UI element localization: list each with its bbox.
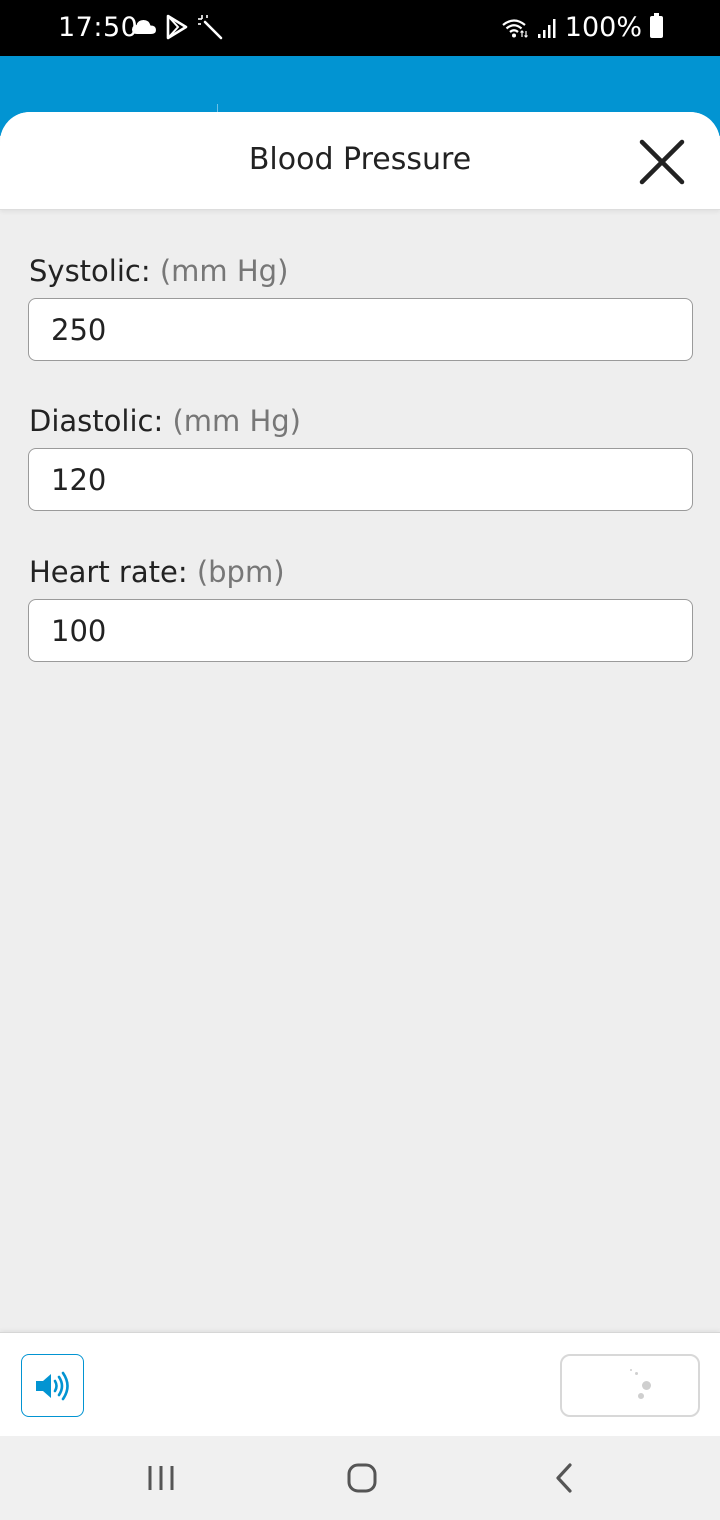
diastolic-input[interactable] bbox=[28, 448, 693, 511]
back-icon bbox=[556, 1463, 572, 1493]
signal-icon bbox=[537, 18, 556, 38]
system-nav-bar bbox=[0, 1436, 720, 1520]
sheet-header: Blood Pressure bbox=[0, 112, 720, 210]
submit-button[interactable] bbox=[560, 1354, 700, 1417]
notification-icons bbox=[131, 14, 223, 40]
systolic-input[interactable] bbox=[28, 298, 693, 361]
recents-icon bbox=[148, 1466, 174, 1490]
home-icon bbox=[347, 1463, 377, 1493]
battery-icon bbox=[650, 13, 663, 38]
systolic-label-text: Systolic: bbox=[29, 254, 151, 288]
cloud-icon bbox=[132, 20, 156, 34]
magic-wand-icon bbox=[198, 15, 223, 40]
speaker-icon bbox=[35, 1371, 69, 1400]
bottom-toolbar bbox=[0, 1332, 720, 1436]
diastolic-label-text: Diastolic: bbox=[29, 404, 164, 438]
status-bar: 17:50 100% bbox=[0, 0, 720, 56]
blood-pressure-sheet: Blood Pressure Systolic: (mm Hg) Diastol… bbox=[0, 112, 720, 1436]
page-title: Blood Pressure bbox=[248, 142, 472, 177]
wifi-icon bbox=[502, 18, 528, 38]
status-time: 17:50 bbox=[58, 12, 139, 43]
system-indicators: 100% bbox=[501, 12, 664, 43]
battery-percentage: 100% bbox=[564, 12, 642, 43]
systolic-unit: (mm Hg) bbox=[159, 254, 289, 288]
play-store-icon bbox=[166, 14, 188, 40]
home-button[interactable] bbox=[332, 1456, 392, 1500]
recents-button[interactable] bbox=[131, 1456, 191, 1500]
heart-rate-label-text: Heart rate: bbox=[29, 555, 188, 589]
close-icon bbox=[639, 139, 685, 185]
close-button[interactable] bbox=[634, 136, 690, 188]
audio-button[interactable] bbox=[21, 1354, 84, 1417]
heart-rate-label: Heart rate: (bpm) bbox=[29, 555, 285, 589]
heart-rate-input[interactable] bbox=[28, 599, 693, 662]
diastolic-unit: (mm Hg) bbox=[172, 404, 301, 438]
diastolic-label: Diastolic: (mm Hg) bbox=[29, 404, 301, 438]
systolic-label: Systolic: (mm Hg) bbox=[29, 254, 288, 288]
heart-rate-unit: (bpm) bbox=[196, 555, 285, 589]
loading-spinner-icon bbox=[562, 1356, 698, 1415]
back-button[interactable] bbox=[534, 1456, 594, 1500]
